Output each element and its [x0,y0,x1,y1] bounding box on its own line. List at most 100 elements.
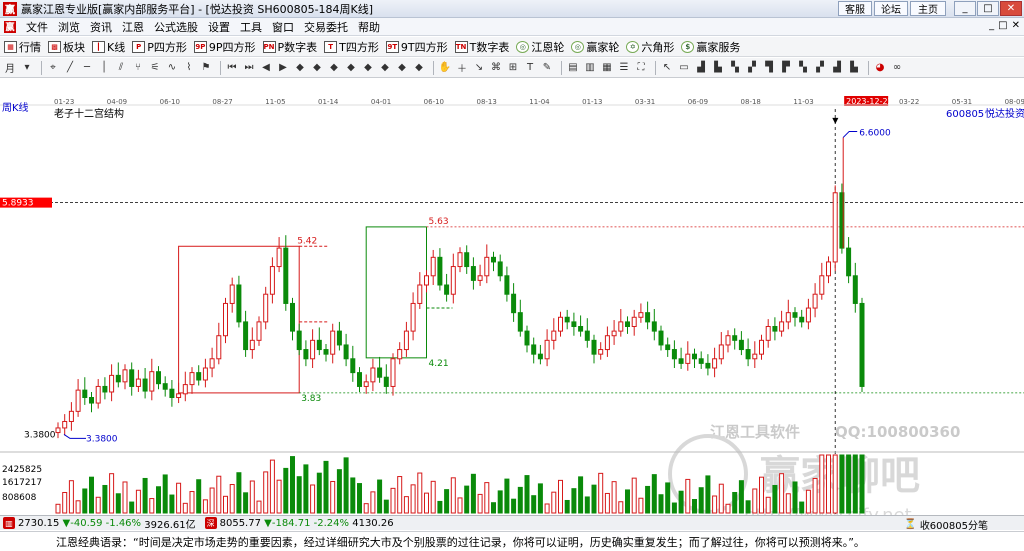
diamond-tool-icon[interactable]: ◆ [378,61,392,75]
chart-tool-icon[interactable]: ▙ [847,61,861,75]
diamond-tool-icon[interactable]: ◆ [395,61,409,75]
toolbar-winner-service[interactable]: $ 赢家服务 [681,39,740,55]
toolbar-9t-square[interactable]: 9T 9T四方形 [385,39,448,55]
save-icon[interactable]: ▥ [583,61,597,75]
prev-bar-icon[interactable]: ◀ [259,61,273,75]
list-icon[interactable]: ☰ [617,61,631,75]
chart-tool-icon[interactable]: ▚ [796,61,810,75]
mdi-minimize-button[interactable]: _ [989,20,994,31]
cursor-icon[interactable]: ↖ [660,61,674,75]
candle-body [745,349,751,360]
chart-tool-icon[interactable]: ▟ [830,61,844,75]
fork-tool-icon[interactable]: ⑂ [131,61,145,75]
toolbar-kline[interactable]: ┃ K线 [92,39,125,55]
volume-bar [504,478,510,514]
crosshair-icon[interactable]: ＋ [455,61,469,75]
diamond-tool-icon[interactable]: ◆ [327,61,341,75]
index-sz[interactable]: 深 8055.77 ▼-184.71 -2.24% 4130.26 [202,517,394,529]
indicator-label: 老子十二宫结构 [54,107,124,120]
hline-tool-icon[interactable]: ─ [80,61,94,75]
candle-body [209,358,215,369]
close-button[interactable]: ✕ [1000,1,1022,16]
period-selector[interactable]: 月 [3,61,17,75]
maximize-button[interactable]: □ [977,1,999,16]
toolbar-hexagon[interactable]: ✡ 六角形 [626,39,674,55]
diamond-tool-icon[interactable]: ◆ [344,61,358,75]
chart-tool-icon[interactable]: ▞ [813,61,827,75]
forum-link[interactable]: 论坛 [874,1,908,16]
menu-settings[interactable]: 设置 [203,19,235,35]
pattern-tool-icon[interactable]: ⌘ [489,61,503,75]
menu-file[interactable]: 文件 [21,19,53,35]
mdi-restore-button[interactable]: □ [998,20,1007,31]
toolbar-p-table[interactable]: PN P数字表 [262,39,317,55]
volume-bar [738,480,744,514]
candle-body [772,326,778,332]
homepage-link[interactable]: 主页 [910,1,946,16]
diamond-tool-icon[interactable]: ◆ [361,61,375,75]
index-sh[interactable]: ▥ 2730.15 ▼-40.59 -1.46% 3926.61亿 [0,516,196,531]
customer-service-link[interactable]: 客服 [838,1,872,16]
toolbar-sectors[interactable]: ▩ 板块 [48,39,85,55]
first-bar-icon[interactable]: ⏮ [225,61,239,75]
calculator-icon[interactable]: ▤ [566,61,580,75]
toolbar-t-square[interactable]: T T四方形 [324,39,379,55]
volume-bar [162,474,168,514]
menu-browse[interactable]: 浏览 [53,19,85,35]
link-icon[interactable]: ∞ [890,61,904,75]
menu-gann[interactable]: 江恩 [117,19,149,35]
diamond-tool-icon[interactable]: ◆ [310,61,324,75]
dropdown-icon[interactable]: ▾ [20,61,34,75]
diamond-tool-icon[interactable]: ◆ [412,61,426,75]
line-tool-icon[interactable]: ╱ [63,61,77,75]
toolbar-winner-wheel[interactable]: ◎ 赢家轮 [571,39,619,55]
next-bar-icon[interactable]: ▶ [276,61,290,75]
hand-tool-icon[interactable]: ✋ [438,61,452,75]
volume-bar [477,493,483,514]
last-bar-icon[interactable]: ⏭ [242,61,256,75]
chart-tool-icon[interactable]: ▜ [762,61,776,75]
fan-tool-icon[interactable]: ⚟ [148,61,162,75]
toolbar-9p-square[interactable]: 9P 9P四方形 [193,39,256,55]
minimize-button[interactable]: _ [954,1,976,16]
arrow-tool-icon[interactable]: ↘ [472,61,486,75]
tick-link[interactable]: ⏳ 收600805分笔 [904,517,988,532]
menu-window[interactable]: 窗口 [267,19,299,35]
candle-body [330,330,336,355]
menu-help[interactable]: 帮助 [353,19,385,35]
price-axis-low: 3.3800 [24,430,56,440]
chart-tool-icon[interactable]: ▛ [779,61,793,75]
cycle-tool-icon[interactable]: ⌇ [182,61,196,75]
menu-formula[interactable]: 公式选股 [149,19,203,35]
toolbar-t-table[interactable]: TN T数字表 [454,39,509,55]
kline-chart[interactable]: 01-23 04-09 06-10 08-27 11-05 01-14 04-01 06-10… [0,79,1024,526]
flag-tool-icon[interactable]: ⚑ [199,61,213,75]
draw-tool-icon[interactable]: ✎ [540,61,554,75]
chart-tool-icon[interactable]: ▙ [711,61,725,75]
document-icon[interactable]: ▦ [600,61,614,75]
parallel-tool-icon[interactable]: ⫽ [114,61,128,75]
menu-trade[interactable]: 交易委托 [299,19,353,35]
volume-bar [290,456,295,514]
toolbar-gann-wheel[interactable]: ◎ 江恩轮 [516,39,564,55]
chart-area[interactable]: 01-23 04-09 06-10 08-27 11-05 01-14 04-01 06-10… [0,79,1024,526]
candle-body [350,358,356,374]
rect-tool-icon[interactable]: ▭ [677,61,691,75]
text-tool-icon[interactable]: T [523,61,537,75]
color-wheel-icon[interactable]: ◕ [873,61,887,75]
ruler-tool-icon[interactable]: ⊞ [506,61,520,75]
diamond-tool-icon[interactable]: ◆ [293,61,307,75]
chart-tool-icon[interactable]: ▞ [745,61,759,75]
toolbar-p-square[interactable]: P P四方形 [132,39,187,55]
chart-tool-icon[interactable]: ▚ [728,61,742,75]
menu-tools[interactable]: 工具 [235,19,267,35]
chart-tool-icon[interactable]: ▟ [694,61,708,75]
candle-body [129,369,135,387]
wave-tool-icon[interactable]: ∿ [165,61,179,75]
mdi-close-button[interactable]: ✕ [1012,20,1020,31]
vline-tool-icon[interactable]: │ [97,61,111,75]
cross-tool-icon[interactable]: ⌖ [46,61,60,75]
menu-news[interactable]: 资讯 [85,19,117,35]
network-icon[interactable]: ⛶ [634,61,648,75]
toolbar-quotes[interactable]: ▦ 行情 [4,39,41,55]
